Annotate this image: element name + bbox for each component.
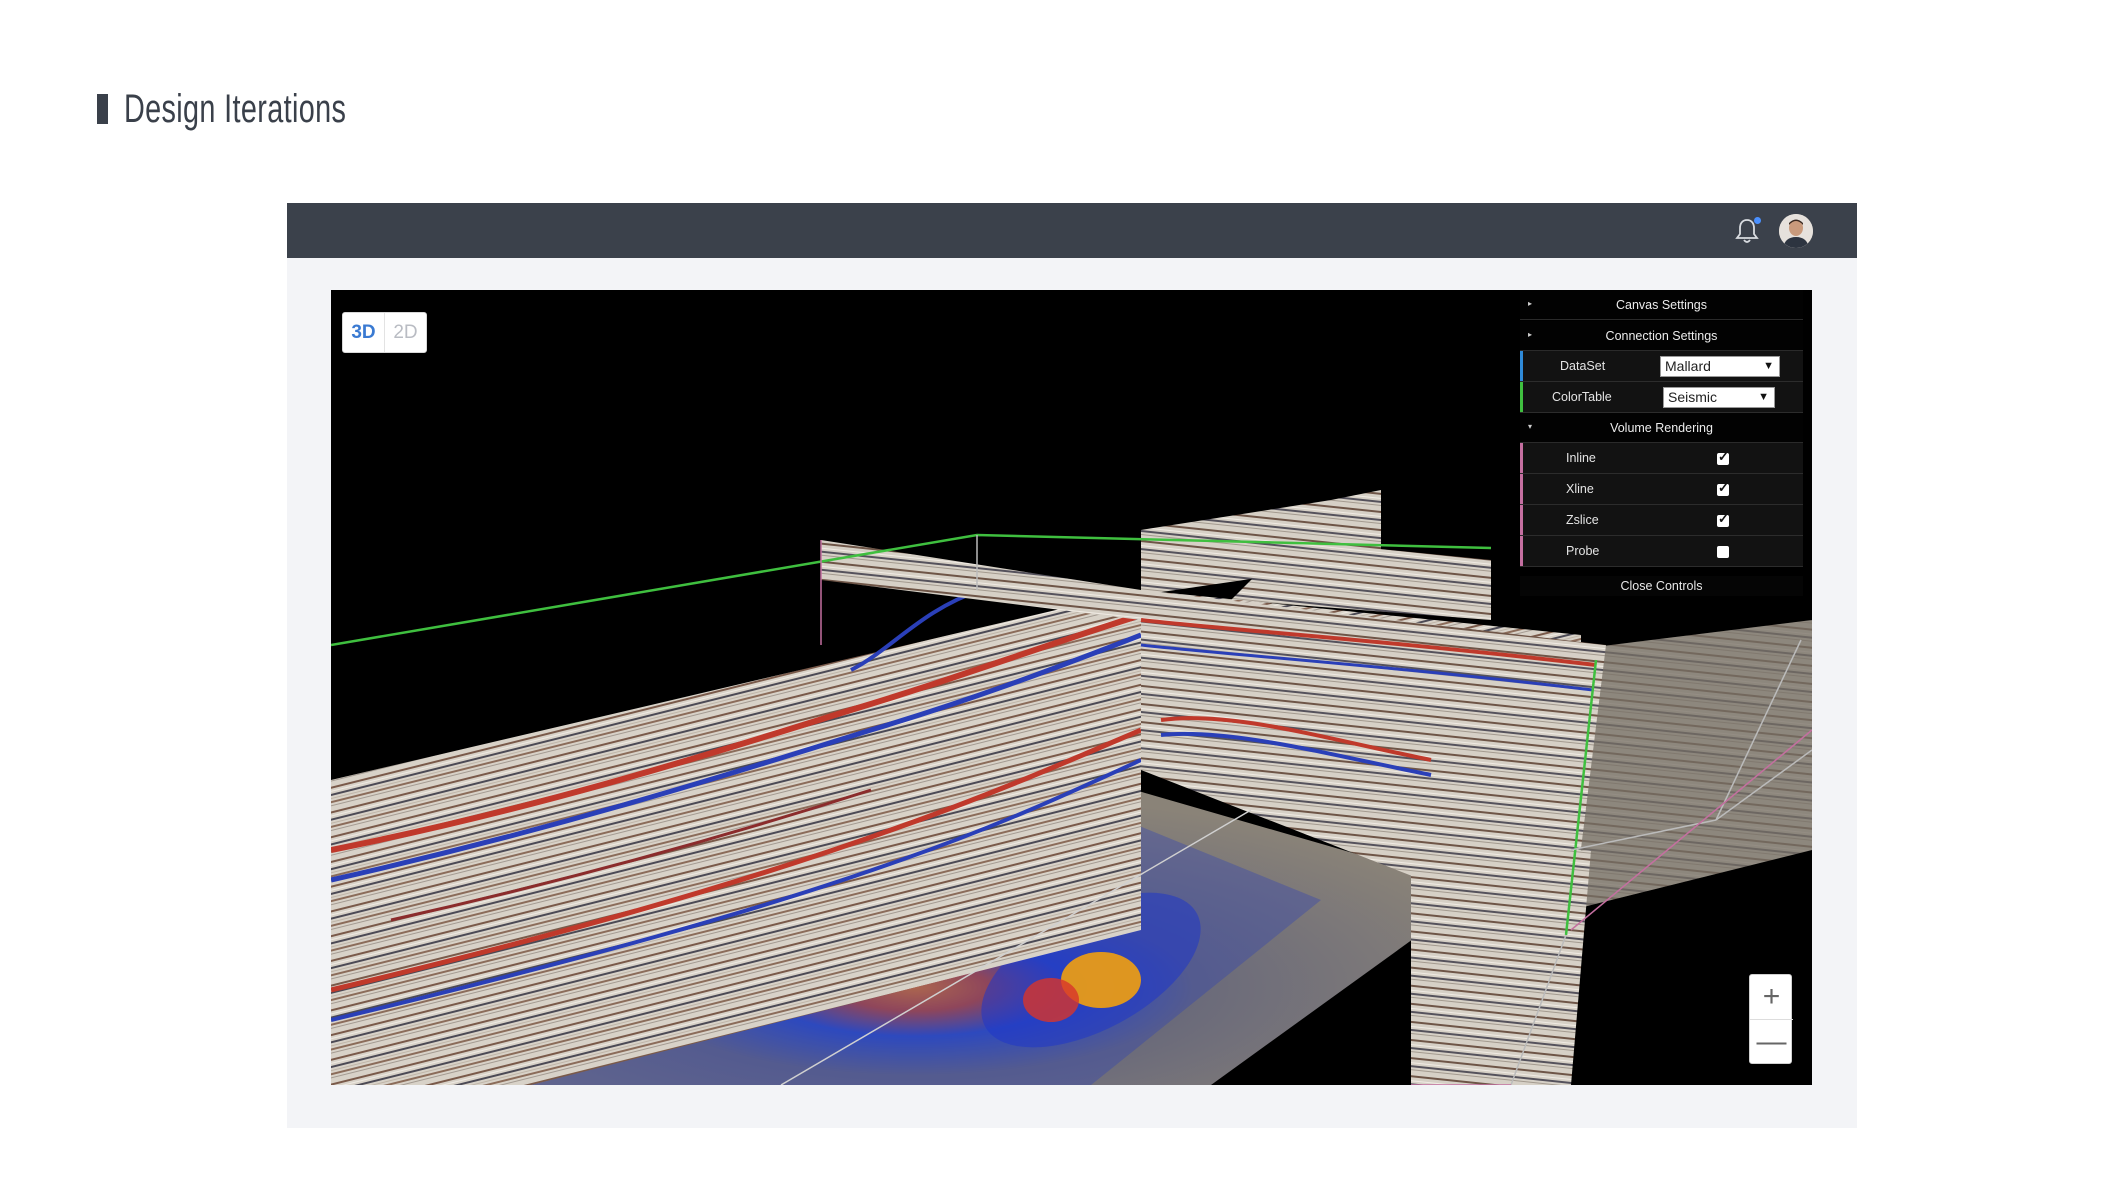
dropdown-arrow-icon: ▼ [1763, 360, 1774, 372]
probe-checkbox[interactable] [1717, 546, 1729, 558]
zoom-in-button[interactable]: + [1750, 975, 1793, 1019]
user-avatar[interactable] [1779, 214, 1813, 248]
dataset-value: Mallard [1665, 358, 1711, 374]
caret-right-icon: ▸ [1528, 299, 1533, 308]
caret-right-icon: ▸ [1528, 330, 1533, 339]
top-bar [287, 203, 1857, 258]
zoom-out-button[interactable]: — [1750, 1020, 1793, 1064]
notification-dot [1754, 217, 1761, 224]
xline-row: Xline ✓ [1520, 474, 1803, 505]
page-title: Design Iterations [124, 86, 347, 131]
row-accent [1520, 536, 1523, 566]
xline-label: Xline [1566, 482, 1594, 496]
colortable-select[interactable]: Seismic ▼ [1663, 387, 1775, 408]
dataset-row: DataSet Mallard ▼ [1520, 351, 1803, 382]
page-heading: Design Iterations [97, 84, 433, 134]
colortable-label: ColorTable [1552, 390, 1612, 404]
zslice-checkbox[interactable]: ✓ [1717, 511, 1729, 527]
row-accent [1520, 443, 1523, 473]
row-accent [1520, 351, 1523, 381]
connection-settings-label: Connection Settings [1605, 328, 1718, 343]
zslice-row: Zslice ✓ [1520, 505, 1803, 536]
canvas-settings-header[interactable]: ▸ Canvas Settings [1520, 290, 1803, 320]
canvas-settings-label: Canvas Settings [1615, 297, 1708, 312]
row-accent [1520, 505, 1523, 535]
controls-panel: ▸ Canvas Settings ▸ Connection Settings … [1520, 290, 1812, 596]
probe-label: Probe [1566, 544, 1600, 558]
row-accent [1520, 474, 1523, 504]
check-icon: ✓ [1718, 511, 1729, 526]
volume-rendering-header[interactable]: ▾ Volume Rendering [1520, 413, 1803, 443]
view-mode-toggle: 3D 2D [342, 312, 427, 353]
inline-label: Inline [1566, 451, 1596, 465]
dataset-select[interactable]: Mallard ▼ [1660, 356, 1780, 377]
view-3d-button[interactable]: 3D [343, 313, 384, 352]
dropdown-arrow-icon: ▼ [1758, 391, 1769, 403]
check-icon: ✓ [1718, 480, 1729, 495]
zslice-label: Zslice [1566, 513, 1599, 527]
avatar-image [1779, 214, 1813, 248]
caret-down-icon: ▾ [1528, 422, 1533, 431]
seismic-3d-viewer[interactable]: 3D 2D ▸ Canvas Settings ▸ Connection Set… [331, 290, 1812, 1085]
xline-checkbox[interactable]: ✓ [1717, 480, 1729, 496]
colortable-row: ColorTable Seismic ▼ [1520, 382, 1803, 413]
probe-row: Probe [1520, 536, 1803, 567]
inline-checkbox[interactable]: ✓ [1717, 449, 1729, 465]
view-2d-button[interactable]: 2D [384, 313, 426, 352]
volume-rendering-label: Volume Rendering [1610, 420, 1713, 435]
row-accent [1520, 382, 1523, 412]
connection-settings-header[interactable]: ▸ Connection Settings [1520, 321, 1803, 351]
heading-marker [97, 94, 108, 124]
app-window: 3D 2D ▸ Canvas Settings ▸ Connection Set… [287, 203, 1857, 1128]
close-controls-button[interactable]: Close Controls [1520, 576, 1803, 596]
colortable-value: Seismic [1668, 389, 1718, 405]
dataset-label: DataSet [1560, 359, 1606, 373]
inline-row: Inline ✓ [1520, 443, 1803, 474]
zoom-control: + — [1749, 974, 1793, 1064]
check-icon: ✓ [1718, 449, 1729, 464]
